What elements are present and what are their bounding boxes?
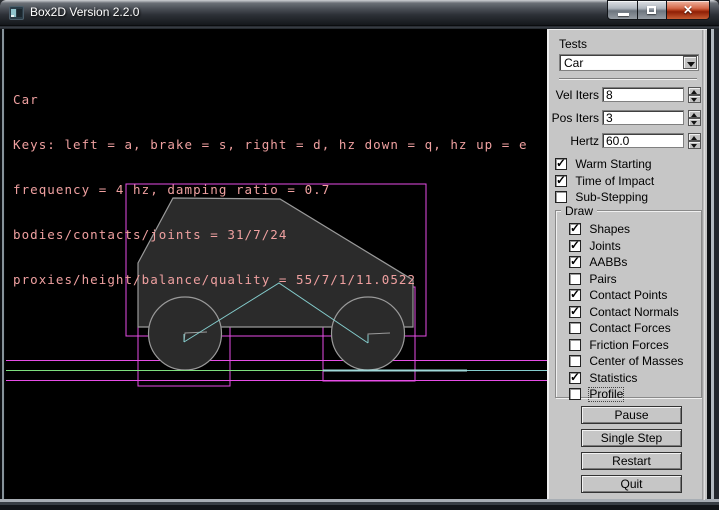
- contact-normals-checkbox[interactable]: [569, 306, 581, 318]
- shapes-checkbox[interactable]: [569, 223, 581, 235]
- caption-buttons: ✕: [608, 0, 710, 20]
- spinner-down-icon[interactable]: [688, 95, 701, 103]
- friction-forces-checkbox[interactable]: [569, 339, 581, 351]
- contact-points-row[interactable]: Contact Points: [569, 289, 683, 301]
- maximize-button[interactable]: [637, 0, 667, 20]
- pos-iters-label: Pos Iters: [549, 111, 599, 125]
- time-of-impact-checkbox[interactable]: [555, 175, 567, 187]
- tests-selected-value: Car: [564, 56, 583, 70]
- action-buttons: Pause Single Step Restart Quit: [581, 406, 682, 498]
- solver-options: Warm Starting Time of Impact Sub-Steppin…: [555, 158, 654, 208]
- center-of-masses-checkbox[interactable]: [569, 355, 581, 367]
- hertz-stepper[interactable]: [688, 133, 701, 149]
- pairs-checkbox[interactable]: [569, 273, 581, 285]
- time-of-impact-row[interactable]: Time of Impact: [555, 175, 654, 187]
- profile-row[interactable]: Profile: [569, 388, 683, 400]
- vel-iters-input[interactable]: [602, 87, 684, 102]
- contact-forces-row[interactable]: Contact Forces: [569, 322, 683, 334]
- spinner-up-icon[interactable]: [688, 87, 701, 95]
- chevron-down-icon: [687, 62, 695, 67]
- center-of-masses-row[interactable]: Center of Masses: [569, 355, 683, 367]
- draw-options: Shapes Joints AABBs Pairs Contact Points: [569, 223, 683, 405]
- friction-forces-label: Friction Forces: [589, 339, 668, 352]
- sub-stepping-row[interactable]: Sub-Stepping: [555, 191, 654, 203]
- spinner-down-icon[interactable]: [688, 118, 701, 126]
- sub-stepping-label: Sub-Stepping: [575, 191, 648, 204]
- pairs-label: Pairs: [589, 273, 616, 286]
- statistics-label: Statistics: [589, 372, 637, 385]
- hud-proxy-stats: proxies/height/balance/quality = 55/7/1/…: [13, 272, 528, 287]
- hertz-row: Hertz: [549, 133, 709, 148]
- pairs-row[interactable]: Pairs: [569, 273, 683, 285]
- single-step-button[interactable]: Single Step: [581, 429, 682, 447]
- aabbs-label: AABBs: [589, 256, 627, 269]
- vel-iters-row: Vel Iters: [549, 87, 709, 102]
- contact-forces-label: Contact Forces: [589, 322, 670, 335]
- spinner-up-icon[interactable]: [688, 133, 701, 141]
- warm-starting-row[interactable]: Warm Starting: [555, 158, 654, 170]
- close-button[interactable]: ✕: [666, 0, 710, 20]
- app-window: Box2D Version 2.2.0 ✕: [0, 0, 719, 510]
- spinner-down-icon[interactable]: [688, 141, 701, 149]
- pause-button[interactable]: Pause: [581, 406, 682, 424]
- solver-spinners: Vel Iters Pos Iters Hertz: [549, 87, 709, 156]
- hud-frequency: frequency = 4 hz, damping ratio = 0.7: [13, 182, 528, 197]
- aabbs-checkbox[interactable]: [569, 256, 581, 268]
- panel-separator: [559, 78, 697, 80]
- aabbs-row[interactable]: AABBs: [569, 256, 683, 268]
- joints-checkbox[interactable]: [569, 240, 581, 252]
- center-of-masses-label: Center of Masses: [589, 355, 683, 368]
- maximize-icon: [647, 6, 656, 14]
- tests-label: Tests: [559, 37, 587, 51]
- hud-test-name: Car: [13, 92, 528, 107]
- joints-label: Joints: [589, 240, 620, 253]
- panel-right-groove: [702, 30, 705, 500]
- profile-label: Profile: [589, 388, 623, 401]
- draw-group-label: Draw: [561, 204, 597, 218]
- debug-hud-text: Car Keys: left = a, brake = s, right = d…: [13, 62, 528, 317]
- vel-iters-label: Vel Iters: [549, 88, 599, 102]
- pos-iters-input[interactable]: [602, 110, 684, 125]
- sub-stepping-checkbox[interactable]: [555, 191, 567, 203]
- tests-dropdown-button[interactable]: [683, 56, 697, 69]
- hertz-input[interactable]: [602, 133, 684, 148]
- draw-group: Draw Shapes Joints AABBs Pairs: [555, 210, 702, 398]
- pos-iters-stepper[interactable]: [688, 110, 701, 126]
- control-panel: Tests Car Vel Iters Pos Iters: [547, 29, 707, 499]
- app-icon: [9, 6, 24, 20]
- titlebar[interactable]: Box2D Version 2.2.0 ✕: [0, 0, 719, 26]
- contact-normals-row[interactable]: Contact Normals: [569, 306, 683, 318]
- restart-button[interactable]: Restart: [581, 452, 682, 470]
- minimize-button[interactable]: [607, 0, 638, 20]
- contact-forces-checkbox[interactable]: [569, 322, 581, 334]
- close-icon: ✕: [667, 3, 709, 17]
- window-frame-bottom: [0, 499, 719, 510]
- shapes-label: Shapes: [589, 223, 630, 236]
- profile-checkbox[interactable]: [569, 388, 581, 400]
- warm-starting-label: Warm Starting: [575, 158, 651, 171]
- joints-row[interactable]: Joints: [569, 240, 683, 252]
- pos-iters-row: Pos Iters: [549, 110, 709, 125]
- statistics-checkbox[interactable]: [569, 372, 581, 384]
- spinner-up-icon[interactable]: [688, 110, 701, 118]
- time-of-impact-label: Time of Impact: [575, 175, 654, 188]
- hertz-label: Hertz: [549, 134, 599, 148]
- vel-iters-stepper[interactable]: [688, 87, 701, 103]
- simulation-canvas[interactable]: Car Keys: left = a, brake = s, right = d…: [5, 29, 547, 499]
- tests-dropdown[interactable]: Car: [559, 54, 699, 71]
- hud-keys-help: Keys: left = a, brake = s, right = d, hz…: [13, 137, 528, 152]
- quit-button[interactable]: Quit: [581, 475, 682, 493]
- shapes-row[interactable]: Shapes: [569, 223, 683, 235]
- contact-normals-label: Contact Normals: [589, 306, 678, 319]
- hud-body-stats: bodies/contacts/joints = 31/7/24: [13, 227, 528, 242]
- contact-points-label: Contact Points: [589, 289, 667, 302]
- window-title: Box2D Version 2.2.0: [30, 0, 139, 26]
- friction-forces-row[interactable]: Friction Forces: [569, 339, 683, 351]
- minimize-icon: [618, 13, 629, 16]
- contact-points-checkbox[interactable]: [569, 289, 581, 301]
- statistics-row[interactable]: Statistics: [569, 372, 683, 384]
- warm-starting-checkbox[interactable]: [555, 158, 567, 170]
